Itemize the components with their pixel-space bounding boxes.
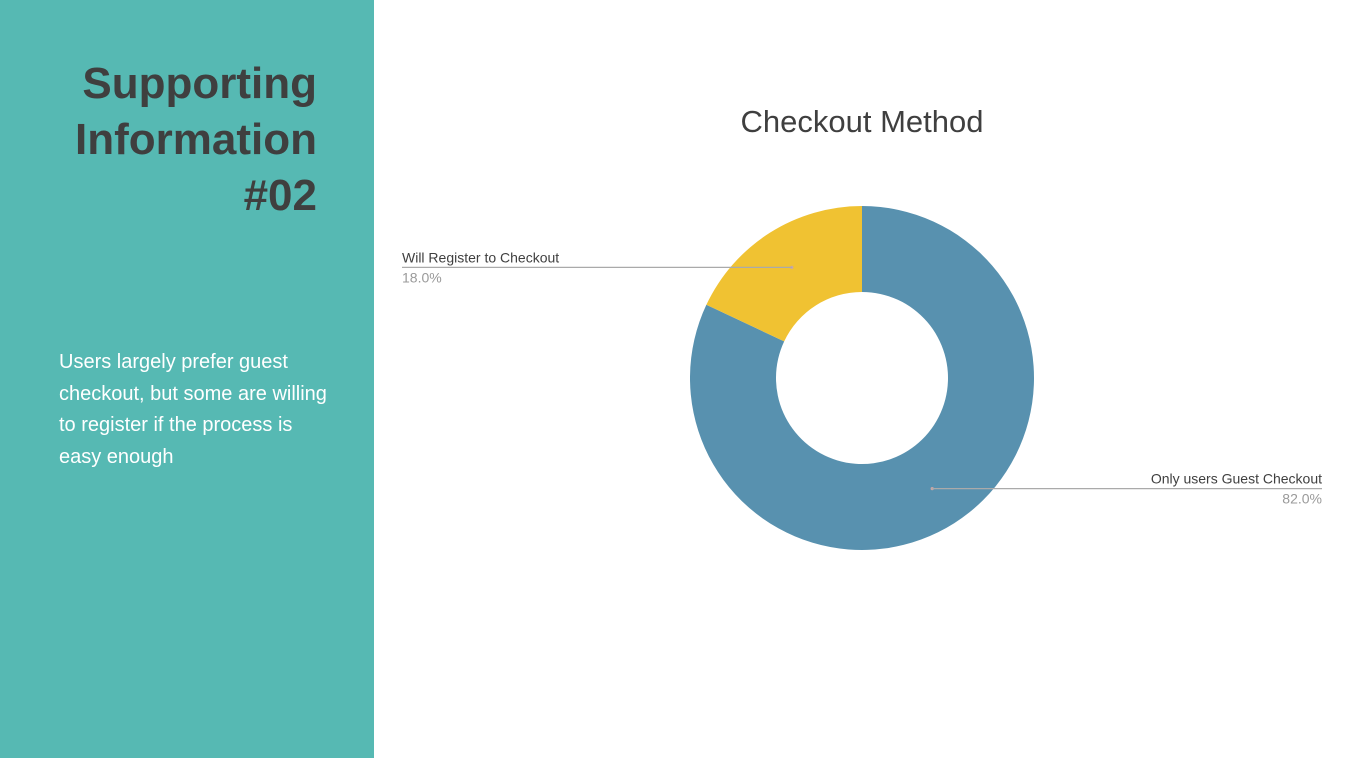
side-panel: Supporting Information #02 Users largely… (0, 0, 374, 758)
heading-line-2: Information (75, 115, 317, 164)
chart-area: Checkout Method Only users Guest Checkou… (374, 0, 1350, 758)
heading-line-3: #02 (243, 171, 317, 220)
donut-chart: Only users Guest Checkout 82.0% Will Regis… (402, 206, 1322, 551)
heading-line-1: Supporting (82, 59, 317, 108)
slide-heading: Supporting Information #02 (17, 56, 317, 224)
slice-label-only-users-guest-checkout: Only users Guest Checkout (1151, 471, 1322, 487)
slide-body-text: Users largely prefer guest checkout, but… (59, 351, 327, 468)
slice-percent-will-register-to-checkout: 18.0% (402, 269, 442, 285)
slice-percent-only-users-guest-checkout: 82.0% (1282, 491, 1322, 507)
slice-label-will-register-to-checkout: Will Register to Checkout (402, 249, 559, 265)
slide: Supporting Information #02 Users largely… (0, 0, 1350, 758)
